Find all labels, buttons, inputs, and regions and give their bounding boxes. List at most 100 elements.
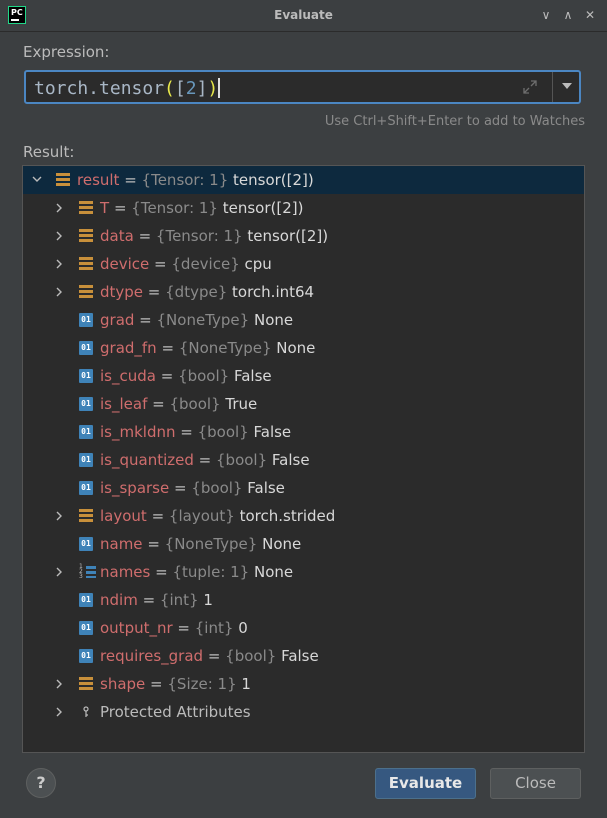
variable-name: grad_fn xyxy=(100,339,157,357)
object-icon xyxy=(79,257,93,271)
chevron-right-icon[interactable] xyxy=(53,698,65,726)
variable-value: False xyxy=(248,423,292,441)
object-icon xyxy=(79,229,93,243)
variable-type: {NoneType} xyxy=(156,311,250,329)
expand-editor-icon[interactable] xyxy=(522,79,538,95)
chevron-right-icon[interactable] xyxy=(53,194,65,222)
variable-value: None xyxy=(257,535,302,553)
variable-type: {dtype} xyxy=(165,283,228,301)
variable-value: None xyxy=(249,311,294,329)
title-bar: PC Evaluate ∨ ∧ ✕ xyxy=(0,0,607,32)
variable-type: {tuple: 1} xyxy=(172,563,250,581)
variable-type: {bool} xyxy=(225,647,277,665)
variable-name: names xyxy=(100,563,151,581)
tree-row[interactable]: 01 requires_grad = {bool} False xyxy=(23,642,584,670)
chevron-right-icon[interactable] xyxy=(53,502,65,530)
object-icon xyxy=(79,677,93,691)
object-icon xyxy=(56,173,70,187)
tree-row[interactable]: shape = {Size: 1} 1 xyxy=(23,670,584,698)
tree-row[interactable]: 01 is_quantized = {bool} False xyxy=(23,446,584,474)
variable-value: True xyxy=(220,395,258,413)
object-icon xyxy=(79,201,93,215)
dropdown-divider xyxy=(552,72,553,102)
tree-row[interactable]: dtype = {dtype} torch.int64 xyxy=(23,278,584,306)
variable-type: {bool} xyxy=(178,367,230,385)
variable-type: {bool} xyxy=(216,451,268,469)
variable-name: requires_grad xyxy=(100,647,204,665)
variable-type: {bool} xyxy=(169,395,221,413)
variable-type: {NoneType} xyxy=(164,535,258,553)
variable-value: tensor([2]) xyxy=(217,199,304,217)
tree-row[interactable]: 01 name = {NoneType} None xyxy=(23,530,584,558)
variable-name: shape xyxy=(100,675,146,693)
variable-name: data xyxy=(100,227,134,245)
tree-row[interactable]: 01 ndim = {int} 1 xyxy=(23,586,584,614)
text-caret xyxy=(218,78,221,98)
variable-value: False xyxy=(242,479,285,497)
primitive-icon: 01 xyxy=(79,649,93,663)
close-button[interactable]: Close xyxy=(490,768,581,799)
chevron-right-icon[interactable] xyxy=(53,670,65,698)
variable-name: layout xyxy=(100,507,147,525)
chevron-right-icon[interactable] xyxy=(53,278,65,306)
variable-value: torch.int64 xyxy=(227,283,315,301)
history-dropdown-button[interactable] xyxy=(554,72,579,102)
variable-type: {Tensor: 1} xyxy=(131,199,218,217)
variable-name: is_sparse xyxy=(100,479,170,497)
tree-row[interactable]: 01 is_sparse = {bool} False xyxy=(23,474,584,502)
variable-value: False xyxy=(267,451,310,469)
expression-input[interactable]: torch.tensor([2]) xyxy=(24,70,581,104)
tree-row[interactable]: device = {device} cpu xyxy=(23,250,584,278)
variable-type: {layout} xyxy=(168,507,235,525)
chevron-right-icon[interactable] xyxy=(53,250,65,278)
object-icon xyxy=(79,509,93,523)
watches-hint: Use Ctrl+Shift+Enter to add to Watches xyxy=(324,114,585,129)
expression-text[interactable]: torch.tensor([2]) xyxy=(34,78,221,99)
tree-row[interactable]: Protected Attributes xyxy=(23,698,584,726)
tree-row[interactable]: data = {Tensor: 1} tensor([2]) xyxy=(23,222,584,250)
tree-row[interactable]: T = {Tensor: 1} tensor([2]) xyxy=(23,194,584,222)
variable-name: grad xyxy=(100,311,135,329)
tree-row[interactable]: result = {Tensor: 1} tensor([2]) xyxy=(23,166,584,194)
object-icon xyxy=(79,285,93,299)
variable-name: is_mkldnn xyxy=(100,423,176,441)
help-button[interactable]: ? xyxy=(26,768,56,798)
chevron-right-icon[interactable] xyxy=(53,222,65,250)
variable-type: {int} xyxy=(194,619,234,637)
primitive-icon: 01 xyxy=(79,313,93,327)
variable-type: {Tensor: 1} xyxy=(141,171,229,189)
maximize-button[interactable]: ∧ xyxy=(560,7,576,23)
result-label: Result: xyxy=(23,143,75,161)
tree-row[interactable]: 01 grad = {NoneType} None xyxy=(23,306,584,334)
variable-value: False xyxy=(229,367,272,385)
variable-type: {int} xyxy=(159,591,199,609)
chevron-down-icon xyxy=(561,83,572,89)
variable-value: None xyxy=(271,339,316,357)
tree-row[interactable]: 01 output_nr = {int} 0 xyxy=(23,614,584,642)
chevron-right-icon[interactable] xyxy=(53,558,65,586)
primitive-icon: 01 xyxy=(79,621,93,635)
tree-row[interactable]: 01 is_cuda = {bool} False xyxy=(23,362,584,390)
tree-row[interactable]: 01 is_leaf = {bool} True xyxy=(23,390,584,418)
primitive-icon: 01 xyxy=(79,537,93,551)
variable-value: cpu xyxy=(239,255,272,273)
result-tree[interactable]: result = {Tensor: 1} tensor([2]) T = {Ten… xyxy=(22,165,585,753)
variable-name: T xyxy=(100,199,110,217)
chevron-down-icon[interactable] xyxy=(31,166,43,194)
tree-row[interactable]: 01 is_mkldnn = {bool} False xyxy=(23,418,584,446)
variable-type: {NoneType} xyxy=(178,339,272,357)
tree-item-label: Protected Attributes xyxy=(100,703,251,721)
evaluate-button[interactable]: Evaluate xyxy=(375,768,476,799)
tree-row[interactable]: 01 grad_fn = {NoneType} None xyxy=(23,334,584,362)
primitive-icon: 01 xyxy=(79,369,93,383)
variable-value: None xyxy=(249,563,294,581)
variable-value: False xyxy=(276,647,319,665)
variable-type: {bool} xyxy=(197,423,249,441)
tree-row[interactable]: 1 2 3 names = {tuple: 1} None xyxy=(23,558,584,586)
close-window-button[interactable]: ✕ xyxy=(582,7,598,23)
tree-row[interactable]: layout = {layout} torch.strided xyxy=(23,502,584,530)
minimize-button[interactable]: ∨ xyxy=(538,7,554,23)
variable-type: {bool} xyxy=(191,479,243,497)
variable-type: {Size: 1} xyxy=(167,675,237,693)
variable-name: is_leaf xyxy=(100,395,148,413)
